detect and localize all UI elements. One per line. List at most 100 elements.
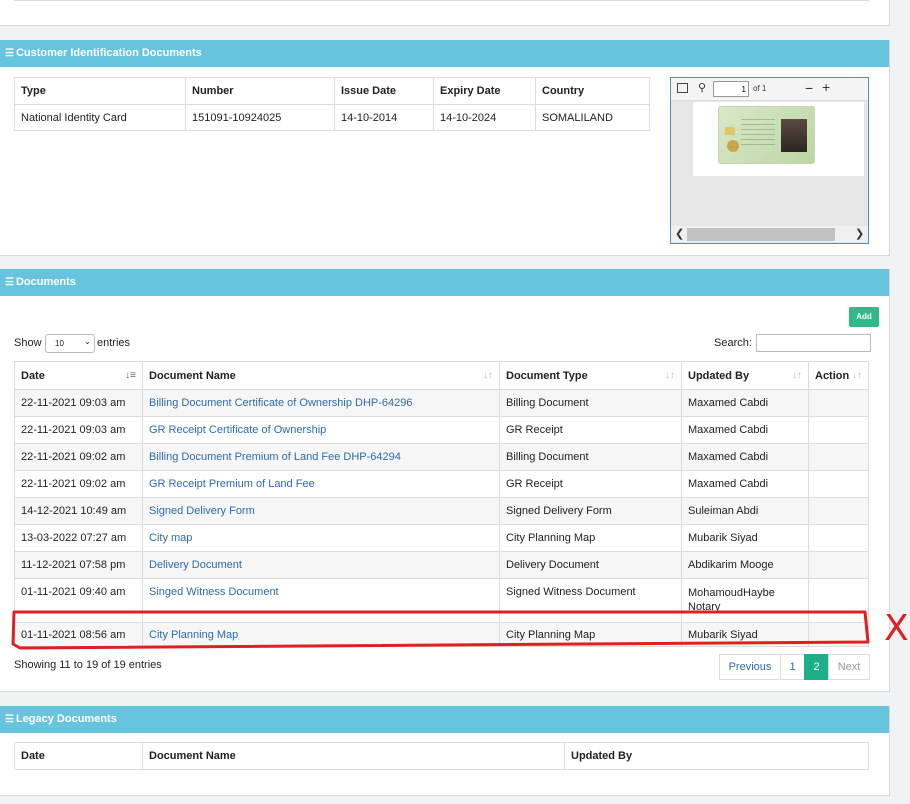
card-seal — [727, 140, 739, 152]
col-document-type-label: Document Type — [506, 369, 588, 382]
row-action — [808, 416, 869, 444]
list-icon: ☰ — [5, 714, 14, 725]
sort-icon: ↓↑ — [483, 369, 493, 381]
identification-header: ☰ Customer Identification Documents — [0, 40, 889, 67]
zoom-out-icon[interactable]: − — [805, 80, 813, 96]
sidebar-toggle-icon[interactable] — [677, 83, 688, 93]
sort-icon: ↓↑ — [665, 369, 675, 381]
table-row: 14-12-2021 10:49 am Signed Delivery Form… — [14, 497, 869, 525]
id-type: National Identity Card — [14, 104, 186, 131]
col-updated-by[interactable]: Updated By ↓↑ — [681, 361, 809, 390]
id-number: 151091-10924025 — [185, 104, 335, 131]
entries-label: entries — [97, 337, 131, 349]
row-updated-by: Suleiman Abdi — [681, 497, 809, 525]
row-document-link[interactable]: Delivery Document — [142, 551, 500, 579]
page-count: of 1 — [753, 84, 767, 93]
red-highlight-annotation — [11, 610, 870, 650]
row-date: 22-11-2021 09:03 am — [14, 389, 143, 417]
card-chip — [725, 127, 735, 135]
pagination-page-2[interactable]: 2 — [804, 654, 829, 680]
row-updated-by: Mubarik Siyad — [681, 524, 809, 552]
list-icon: ☰ — [5, 48, 14, 59]
card-photo — [781, 119, 807, 152]
top-divider — [14, 0, 869, 1]
row-type: Billing Document — [499, 389, 682, 417]
row-document-link[interactable]: GR Receipt Premium of Land Fee — [142, 470, 500, 498]
row-document-link[interactable]: Billing Document Premium of Land Fee DHP… — [142, 443, 500, 471]
col-action[interactable]: Action ↓↑ — [808, 361, 869, 390]
table-row: 22-11-2021 09:02 am Billing Document Pre… — [14, 443, 869, 471]
row-updated-by: Maxamed Cabdi — [681, 470, 809, 498]
col-document-type[interactable]: Document Type ↓↑ — [499, 361, 682, 390]
zoom-in-icon[interactable]: + — [822, 79, 830, 95]
id-expiry-date: 14-10-2024 — [433, 104, 536, 131]
id-card-image — [718, 106, 815, 164]
pagination-previous[interactable]: Previous — [719, 654, 781, 680]
entries-select[interactable]: 10 ⌄ — [45, 334, 95, 353]
col-issue-date: Issue Date — [334, 77, 434, 105]
table-row: 22-11-2021 09:03 am GR Receipt Certifica… — [14, 416, 869, 444]
top-panel — [0, 0, 890, 26]
row-date: 22-11-2021 09:03 am — [14, 416, 143, 444]
row-action — [808, 443, 869, 471]
legacy-col-document-name: Document Name — [142, 742, 565, 770]
row-type: Billing Document — [499, 443, 682, 471]
row-type: GR Receipt — [499, 470, 682, 498]
id-issue-date: 14-10-2014 — [334, 104, 434, 131]
pagination-next[interactable]: Next — [828, 654, 870, 680]
row-document-link[interactable]: Signed Delivery Form — [142, 497, 500, 525]
page-number-input[interactable] — [713, 81, 749, 97]
row-updated-by: Maxamed Cabdi — [681, 443, 809, 471]
scroll-right-icon[interactable]: ❯ — [855, 227, 864, 240]
show-label: Show — [14, 337, 42, 349]
row-action — [808, 470, 869, 498]
scroll-left-icon[interactable]: ❮ — [675, 227, 684, 240]
documents-header: ☰ Documents — [0, 269, 889, 296]
table-info: Showing 11 to 19 of 19 entries — [14, 659, 162, 671]
table-row: 22-11-2021 09:02 am GR Receipt Premium o… — [14, 470, 869, 498]
legacy-col-updated-by: Updated By — [564, 742, 869, 770]
sort-desc-icon: ↓≡ — [125, 369, 136, 381]
search-input[interactable] — [756, 334, 871, 352]
search-icon[interactable]: ⚲ — [698, 81, 706, 94]
row-document-link[interactable]: Billing Document Certificate of Ownershi… — [142, 389, 500, 417]
pagination-page-1[interactable]: 1 — [780, 654, 805, 680]
add-button[interactable]: Add — [849, 307, 879, 327]
row-updated-by: Maxamed Cabdi — [681, 416, 809, 444]
legacy-table: Date Document Name Updated By — [14, 742, 869, 770]
row-document-link[interactable]: GR Receipt Certificate of Ownership — [142, 416, 500, 444]
row-action — [808, 389, 869, 417]
scrollbar-thumb[interactable] — [687, 228, 835, 241]
row-action — [808, 524, 869, 552]
table-row: 13-03-2022 07:27 am City map City Planni… — [14, 524, 869, 552]
id-country: SOMALILAND — [535, 104, 650, 131]
chevron-down-icon: ⌄ — [84, 337, 91, 346]
col-date[interactable]: Date ↓≡ — [14, 361, 143, 390]
col-expiry-date: Expiry Date — [433, 77, 536, 105]
legacy-col-date: Date — [14, 742, 143, 770]
col-document-name-label: Document Name — [149, 369, 236, 382]
row-document-link[interactable]: City map — [142, 524, 500, 552]
row-date: 22-11-2021 09:02 am — [14, 470, 143, 498]
col-updated-by-label: Updated By — [688, 369, 750, 382]
identification-table: Type Number Issue Date Expiry Date Count… — [14, 77, 650, 131]
legacy-header: ☰ Legacy Documents — [0, 706, 889, 733]
row-type: Signed Delivery Form — [499, 497, 682, 525]
col-country: Country — [535, 77, 650, 105]
col-date-label: Date — [21, 369, 45, 382]
row-date: 13-03-2022 07:27 am — [14, 524, 143, 552]
sort-icon: ↓↑ — [852, 369, 862, 381]
col-type: Type — [14, 77, 186, 105]
row-date: 11-12-2021 07:58 pm — [14, 551, 143, 579]
row-updated-by: Maxamed Cabdi — [681, 389, 809, 417]
legacy-title: Legacy Documents — [15, 713, 117, 725]
col-document-name[interactable]: Document Name ↓↑ — [142, 361, 500, 390]
row-updated-by: Abdikarim Mooge — [681, 551, 809, 579]
row-type: City Planning Map — [499, 524, 682, 552]
table-row: 22-11-2021 09:03 am Billing Document Cer… — [14, 389, 869, 417]
row-action — [808, 551, 869, 579]
document-viewer[interactable]: ⚲ of 1 − + ❮ ❯ — [670, 77, 869, 244]
entries-value: 10 — [55, 339, 64, 348]
search-label: Search: — [714, 337, 752, 349]
list-icon: ☰ — [5, 277, 14, 288]
